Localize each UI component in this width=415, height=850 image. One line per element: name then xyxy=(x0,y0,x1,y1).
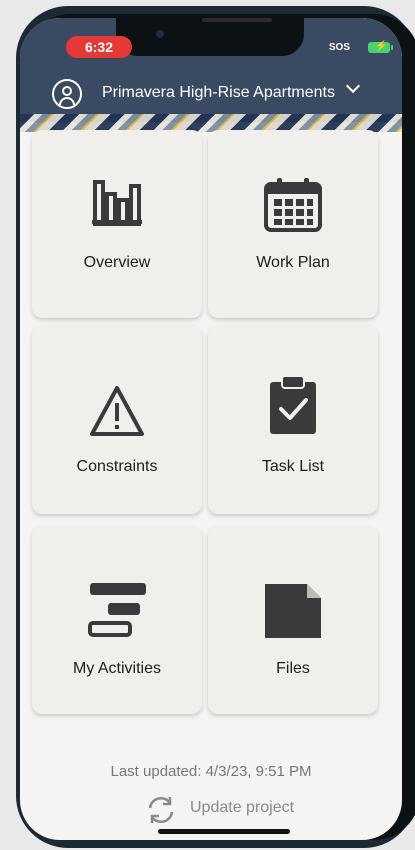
clipboard-check-icon xyxy=(270,375,316,434)
speaker-grille xyxy=(202,18,272,22)
overview-label: Overview xyxy=(83,254,151,271)
update-project-label: Update project xyxy=(190,799,295,816)
file-icon xyxy=(265,584,321,638)
app-screen: 6:32 SOS ⚡ Primavera High-Rise Apartment… xyxy=(20,18,402,840)
project-title[interactable]: Primavera High-Rise Apartments xyxy=(102,84,335,102)
warning-icon xyxy=(90,386,144,436)
constraints-label: Constraints xyxy=(76,458,158,475)
camera-icon xyxy=(156,30,164,38)
header-bar: 6:32 SOS ⚡ Primavera High-Rise Apartment… xyxy=(20,18,402,122)
constraints-tile[interactable]: Constraints xyxy=(32,326,202,514)
home-indicator[interactable] xyxy=(158,829,290,834)
my-activities-tile[interactable]: My Activities xyxy=(32,526,202,714)
project-selector[interactable]: Primavera High-Rise Apartments xyxy=(20,78,402,118)
files-tile[interactable]: Files xyxy=(208,526,378,714)
last-updated-text: Last updated: 4/3/23, 9:51 PM xyxy=(110,763,312,780)
update-project-button[interactable]: Update project xyxy=(144,793,314,824)
charging-icon: ⚡ xyxy=(375,41,388,52)
overview-tile[interactable]: Overview xyxy=(32,130,202,318)
battery-icon: ⚡ xyxy=(368,41,393,53)
task-list-tile[interactable]: Task List xyxy=(208,326,378,514)
sync-icon xyxy=(148,796,174,824)
sos-indicator: SOS xyxy=(328,42,350,53)
chevron-down-icon[interactable] xyxy=(345,78,361,94)
user-icon[interactable] xyxy=(52,79,82,109)
status-time: 6:32 xyxy=(66,36,132,58)
my-activities-label: My Activities xyxy=(72,660,161,677)
calendar-icon xyxy=(264,178,322,232)
work-plan-label: Work Plan xyxy=(256,254,330,271)
work-plan-tile[interactable]: Work Plan xyxy=(208,130,378,318)
task-list-label: Task List xyxy=(261,458,325,475)
bar-chart-icon xyxy=(92,180,142,226)
activity-bars-icon xyxy=(88,583,146,637)
files-label: Files xyxy=(276,660,310,677)
phone-notch xyxy=(116,18,304,56)
